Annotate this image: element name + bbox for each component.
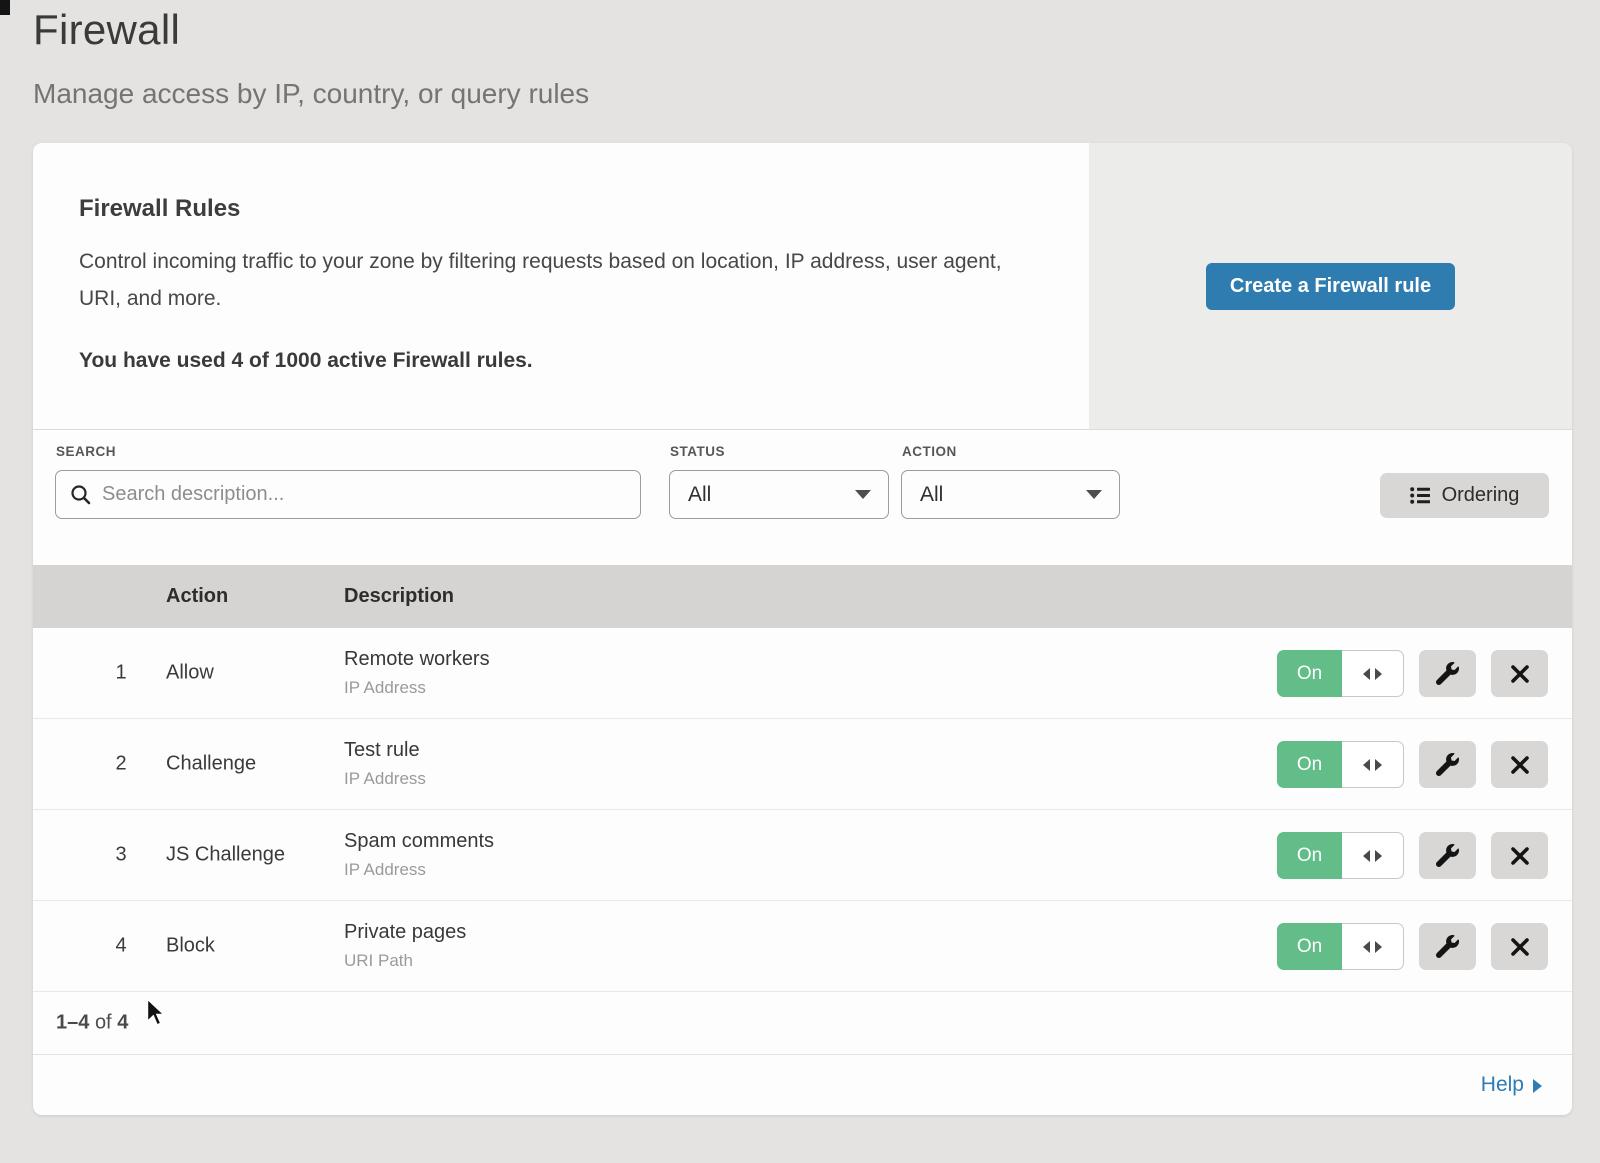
rule-enabled-toggle[interactable]: On bbox=[1277, 650, 1404, 697]
close-icon bbox=[1508, 753, 1532, 777]
delete-rule-button[interactable] bbox=[1491, 832, 1548, 879]
firewall-rules-card: Firewall Rules Control incoming traffic … bbox=[33, 143, 1572, 1115]
search-label: SEARCH bbox=[56, 444, 116, 459]
help-arrow-icon bbox=[1533, 1079, 1542, 1093]
wrench-icon bbox=[1436, 753, 1459, 776]
rule-priority: 2 bbox=[103, 753, 139, 776]
rule-controls: On bbox=[1277, 650, 1548, 697]
card-footer: Help bbox=[33, 1055, 1572, 1115]
wrench-icon bbox=[1436, 662, 1459, 685]
rule-action: Allow bbox=[166, 662, 214, 685]
pagination-text: 1–4 of 4 bbox=[56, 1012, 128, 1035]
column-header-action: Action bbox=[166, 565, 228, 628]
filter-bar: SEARCH STATUS All ACTION All bbox=[33, 430, 1572, 565]
rule-priority: 4 bbox=[103, 935, 139, 958]
table-row: 4 Block Private pages URI Path On bbox=[33, 901, 1572, 992]
rule-controls: On bbox=[1277, 923, 1548, 970]
edit-rule-button[interactable] bbox=[1419, 650, 1476, 697]
search-field-wrapper bbox=[55, 470, 641, 519]
rule-match-field: URI Path bbox=[344, 951, 466, 971]
pagination-separator: of bbox=[95, 1012, 112, 1034]
action-select-value: All bbox=[920, 483, 943, 507]
create-firewall-rule-button[interactable]: Create a Firewall rule bbox=[1206, 263, 1455, 310]
action-select[interactable]: All bbox=[901, 470, 1120, 519]
page-title: Firewall bbox=[33, 6, 180, 54]
toggle-arrows-icon[interactable] bbox=[1342, 741, 1404, 788]
help-link[interactable]: Help bbox=[1481, 1073, 1542, 1097]
delete-rule-button[interactable] bbox=[1491, 923, 1548, 970]
table-row: 1 Allow Remote workers IP Address On bbox=[33, 628, 1572, 719]
table-header: Action Description bbox=[33, 565, 1572, 628]
edit-rule-button[interactable] bbox=[1419, 923, 1476, 970]
table-row: 2 Challenge Test rule IP Address On bbox=[33, 719, 1572, 810]
wrench-icon bbox=[1436, 935, 1459, 958]
help-link-label: Help bbox=[1481, 1073, 1524, 1097]
rule-description: Test rule bbox=[344, 739, 426, 762]
toggle-on-label: On bbox=[1277, 832, 1342, 879]
ordering-button-label: Ordering bbox=[1442, 484, 1520, 507]
overview-section: Firewall Rules Control incoming traffic … bbox=[33, 143, 1572, 430]
rule-description-block: Remote workers IP Address bbox=[344, 648, 490, 698]
chevron-down-icon bbox=[855, 490, 871, 499]
rule-description: Remote workers bbox=[344, 648, 490, 671]
edit-rule-button[interactable] bbox=[1419, 832, 1476, 879]
toggle-arrows-icon[interactable] bbox=[1342, 832, 1404, 879]
rule-action: Challenge bbox=[166, 753, 256, 776]
close-icon bbox=[1508, 662, 1532, 686]
ordering-button[interactable]: Ordering bbox=[1380, 473, 1549, 518]
rule-priority: 1 bbox=[103, 662, 139, 685]
rule-match-field: IP Address bbox=[344, 769, 426, 789]
overview-heading: Firewall Rules bbox=[79, 195, 240, 223]
rule-action: Block bbox=[166, 935, 215, 958]
rule-enabled-toggle[interactable]: On bbox=[1277, 832, 1404, 879]
pagination-total: 4 bbox=[117, 1012, 128, 1034]
rule-priority: 3 bbox=[103, 844, 139, 867]
delete-rule-button[interactable] bbox=[1491, 741, 1548, 788]
rule-controls: On bbox=[1277, 741, 1548, 788]
list-icon bbox=[1410, 486, 1431, 505]
overview-description: Control incoming traffic to your zone by… bbox=[79, 243, 1029, 317]
pagination-bar: 1–4 of 4 bbox=[33, 992, 1572, 1055]
page-subtitle: Manage access by IP, country, or query r… bbox=[33, 78, 589, 110]
delete-rule-button[interactable] bbox=[1491, 650, 1548, 697]
rule-action: JS Challenge bbox=[166, 844, 285, 867]
edit-rule-button[interactable] bbox=[1419, 741, 1476, 788]
rule-match-field: IP Address bbox=[344, 678, 490, 698]
wrench-icon bbox=[1436, 844, 1459, 867]
rule-enabled-toggle[interactable]: On bbox=[1277, 741, 1404, 788]
column-header-description: Description bbox=[344, 565, 454, 628]
rule-description-block: Test rule IP Address bbox=[344, 739, 426, 789]
rule-description-block: Private pages URI Path bbox=[344, 921, 466, 971]
rule-description: Private pages bbox=[344, 921, 466, 944]
rules-usage-text: You have used 4 of 1000 active Firewall … bbox=[79, 349, 533, 373]
toggle-on-label: On bbox=[1277, 650, 1342, 697]
pagination-range: 1–4 bbox=[56, 1012, 89, 1034]
close-icon bbox=[1508, 935, 1532, 959]
status-select[interactable]: All bbox=[669, 470, 889, 519]
create-rule-panel: Create a Firewall rule bbox=[1089, 143, 1572, 429]
rule-controls: On bbox=[1277, 832, 1548, 879]
rule-description: Spam comments bbox=[344, 830, 494, 853]
close-icon bbox=[1508, 844, 1532, 868]
rule-match-field: IP Address bbox=[344, 860, 494, 880]
rule-description-block: Spam comments IP Address bbox=[344, 830, 494, 880]
chevron-down-icon bbox=[1086, 490, 1102, 499]
status-label: STATUS bbox=[670, 444, 725, 459]
toggle-arrows-icon[interactable] bbox=[1342, 923, 1404, 970]
search-input[interactable] bbox=[55, 470, 641, 519]
table-row: 3 JS Challenge Spam comments IP Address … bbox=[33, 810, 1572, 901]
toggle-on-label: On bbox=[1277, 741, 1342, 788]
status-select-value: All bbox=[688, 483, 711, 507]
screen-corner-artifact bbox=[0, 0, 10, 15]
action-label: ACTION bbox=[902, 444, 957, 459]
toggle-on-label: On bbox=[1277, 923, 1342, 970]
rule-enabled-toggle[interactable]: On bbox=[1277, 923, 1404, 970]
toggle-arrows-icon[interactable] bbox=[1342, 650, 1404, 697]
